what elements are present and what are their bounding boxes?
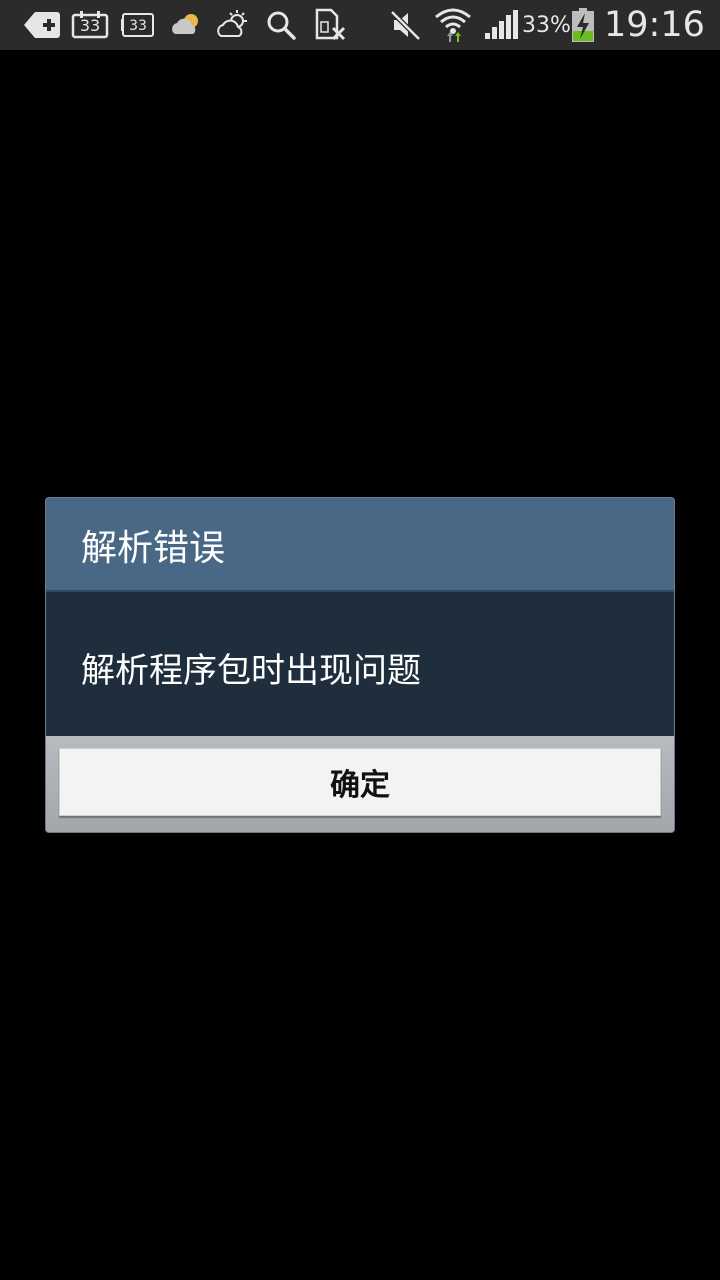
wifi-icon [432, 0, 474, 50]
ok-button[interactable]: 确定 [59, 748, 661, 816]
signal-icon [482, 0, 520, 50]
calendar-box-day: 33 [129, 18, 147, 34]
cloudy-weather-icon [168, 0, 204, 50]
dialog-header: 解析错误 [46, 498, 674, 592]
clock: 19:16 [604, 5, 705, 45]
partly-sunny-icon [215, 0, 251, 50]
error-dialog: 解析错误 解析程序包时出现问题 确定 [46, 498, 674, 832]
dialog-body: 解析程序包时出现问题 [46, 592, 674, 736]
search-icon [264, 0, 298, 50]
battery-percent: 33% [522, 12, 571, 38]
calendar-day: 33 [80, 16, 100, 35]
dialog-message: 解析程序包时出现问题 [81, 650, 421, 691]
mute-icon [388, 0, 424, 50]
status-bar: 33 33 33% 19:16 [0, 0, 720, 50]
screen: 33 33 33% 19:16 解析错误 解析程序包时出现问题 确定 [0, 0, 720, 1280]
back-plus-icon [22, 0, 62, 50]
calendar-box-33-icon: 33 [119, 0, 157, 50]
calendar-33-icon: 33 [70, 0, 110, 50]
dialog-title: 解析错误 [81, 528, 226, 569]
battery-charging-icon [568, 0, 598, 50]
dialog-footer: 确定 [46, 736, 674, 832]
sim-blocked-icon [312, 0, 348, 50]
